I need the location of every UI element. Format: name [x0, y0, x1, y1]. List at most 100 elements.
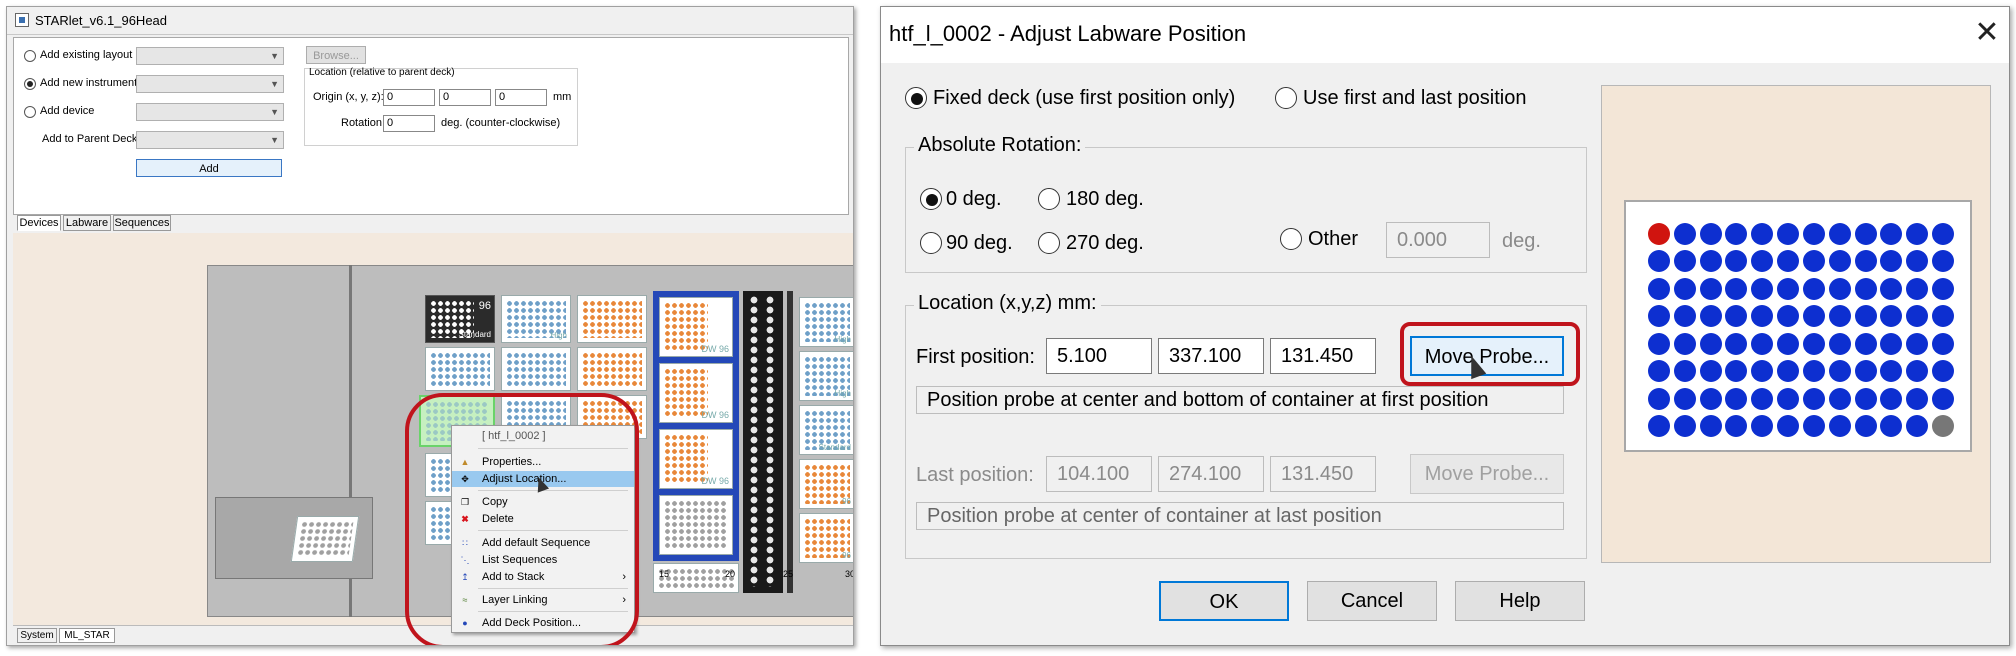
origin-z-field[interactable]: 0	[495, 89, 547, 106]
cancel-button[interactable]: Cancel	[1307, 581, 1437, 621]
origin-label: Origin (x, y, z):	[313, 91, 384, 103]
origin-y-field[interactable]: 0	[439, 89, 491, 106]
first-position-hint: Position probe at center and bottom of c…	[916, 386, 1564, 414]
plate[interactable]	[425, 347, 495, 391]
instrument-combo[interactable]: ▼	[136, 75, 284, 93]
well	[1673, 250, 1696, 273]
well	[1751, 360, 1774, 383]
radio-first-last-position[interactable]	[1275, 87, 1297, 109]
well	[1751, 387, 1774, 410]
plate-label: Standard	[458, 330, 491, 339]
well	[1854, 305, 1877, 328]
radio-fixed-deck[interactable]	[905, 87, 927, 109]
radio-rot-other[interactable]	[1280, 228, 1302, 250]
well	[1880, 332, 1903, 355]
rotation-field[interactable]: 0	[383, 115, 435, 132]
first-position-x-field[interactable]: 5.100	[1046, 338, 1152, 374]
well	[1647, 387, 1670, 410]
plate-high[interactable]: High	[799, 351, 853, 401]
well	[1854, 415, 1877, 438]
well	[1673, 332, 1696, 355]
well	[1725, 332, 1748, 355]
plate-96[interactable]: 96	[799, 459, 853, 509]
well	[1647, 305, 1670, 328]
radio-rot-0[interactable]	[920, 188, 942, 210]
plate-label: High	[834, 335, 851, 344]
tip-rack[interactable]	[749, 295, 759, 587]
plate-standard-96[interactable]: 96 Standard	[425, 295, 495, 343]
other-rotation-unit: deg.	[1502, 230, 1541, 252]
chevron-down-icon: ▼	[270, 51, 279, 61]
well	[1828, 305, 1851, 328]
radio-rot-90[interactable]	[920, 232, 942, 254]
tab-devices[interactable]: Devices	[17, 215, 61, 231]
existing-layout-combo[interactable]: ▼	[136, 47, 284, 65]
radio-add-new-instrument[interactable]	[24, 78, 36, 90]
close-icon[interactable]: ✕	[1971, 15, 2003, 51]
last-position-x-field[interactable]: 104.100	[1046, 456, 1152, 492]
well	[1725, 305, 1748, 328]
window-title: STARlet_v6.1_96Head	[35, 13, 168, 28]
well	[1647, 250, 1670, 273]
plate-dw[interactable]	[577, 295, 647, 343]
well	[1699, 277, 1722, 300]
plate-dw-96[interactable]: DW 96	[659, 297, 733, 357]
plate-preview	[1624, 200, 1972, 452]
well	[1828, 387, 1851, 410]
tip-rack[interactable]	[765, 295, 775, 587]
well	[1854, 277, 1877, 300]
plate-96[interactable]: 96	[799, 513, 853, 563]
label-rot-180: 180 deg.	[1066, 188, 1144, 210]
tab-system[interactable]: System	[17, 628, 57, 643]
waste-block	[215, 497, 373, 579]
tab-labware[interactable]: Labware	[63, 215, 111, 231]
well	[1906, 415, 1929, 438]
label-fixed-deck: Fixed deck (use first position only)	[933, 87, 1236, 109]
track-number: 25	[783, 569, 794, 579]
adjust-labware-position-dialog: htf_l_0002 - Adjust Labware Position ✕ F…	[880, 6, 2010, 646]
absolute-rotation-label: Absolute Rotation:	[914, 134, 1086, 157]
origin-x-field[interactable]: 0	[383, 89, 435, 106]
device-combo[interactable]: ▼	[136, 103, 284, 121]
well	[1880, 360, 1903, 383]
radio-rot-270[interactable]	[1038, 232, 1060, 254]
well	[1777, 250, 1800, 273]
tab-sequences[interactable]: Sequences	[113, 215, 171, 231]
first-position-z-field[interactable]: 131.450	[1270, 338, 1376, 374]
plate-dw-96[interactable]: DW 96	[659, 429, 733, 489]
well	[1828, 250, 1851, 273]
plate-high[interactable]: High	[799, 297, 853, 347]
plate-dw[interactable]	[577, 347, 647, 391]
plate-dw-96[interactable]: DW 96	[659, 363, 733, 423]
ok-button[interactable]: OK	[1159, 581, 1289, 621]
plate-high[interactable]: High	[501, 295, 571, 343]
labware-preview	[1601, 85, 1991, 563]
well	[1647, 277, 1670, 300]
move-probe-last-button[interactable]: Move Probe...	[1410, 454, 1564, 494]
tab-ml-star[interactable]: ML_STAR	[59, 628, 115, 643]
parent-deck-combo[interactable]: ▼	[136, 131, 284, 149]
radio-add-device[interactable]	[24, 106, 36, 118]
well	[1932, 305, 1955, 328]
plate-label: DW 96	[701, 344, 729, 354]
first-position-y-field[interactable]: 337.100	[1158, 338, 1264, 374]
well	[1802, 250, 1825, 273]
add-button[interactable]: Add	[136, 159, 282, 177]
browse-button[interactable]: Browse...	[306, 46, 366, 64]
help-button[interactable]: Help	[1455, 581, 1585, 621]
last-position-y-field[interactable]: 274.100	[1158, 456, 1264, 492]
well	[1932, 332, 1955, 355]
plate[interactable]	[659, 495, 733, 555]
other-rotation-field[interactable]: 0.000	[1386, 222, 1490, 258]
last-position-z-field[interactable]: 131.450	[1270, 456, 1376, 492]
radio-rot-180[interactable]	[1038, 188, 1060, 210]
plate-standard[interactable]: Standard	[799, 405, 853, 455]
well	[1699, 360, 1722, 383]
location-group: Location (relative to parent deck) Origi…	[304, 67, 578, 146]
track-number: 20	[725, 569, 736, 579]
plate[interactable]	[501, 347, 571, 391]
well	[1802, 332, 1825, 355]
well	[1751, 415, 1774, 438]
radio-add-existing-layout[interactable]	[24, 50, 36, 62]
absolute-rotation-group: Absolute Rotation: 0 deg. 180 deg. 90 de…	[905, 134, 1587, 273]
